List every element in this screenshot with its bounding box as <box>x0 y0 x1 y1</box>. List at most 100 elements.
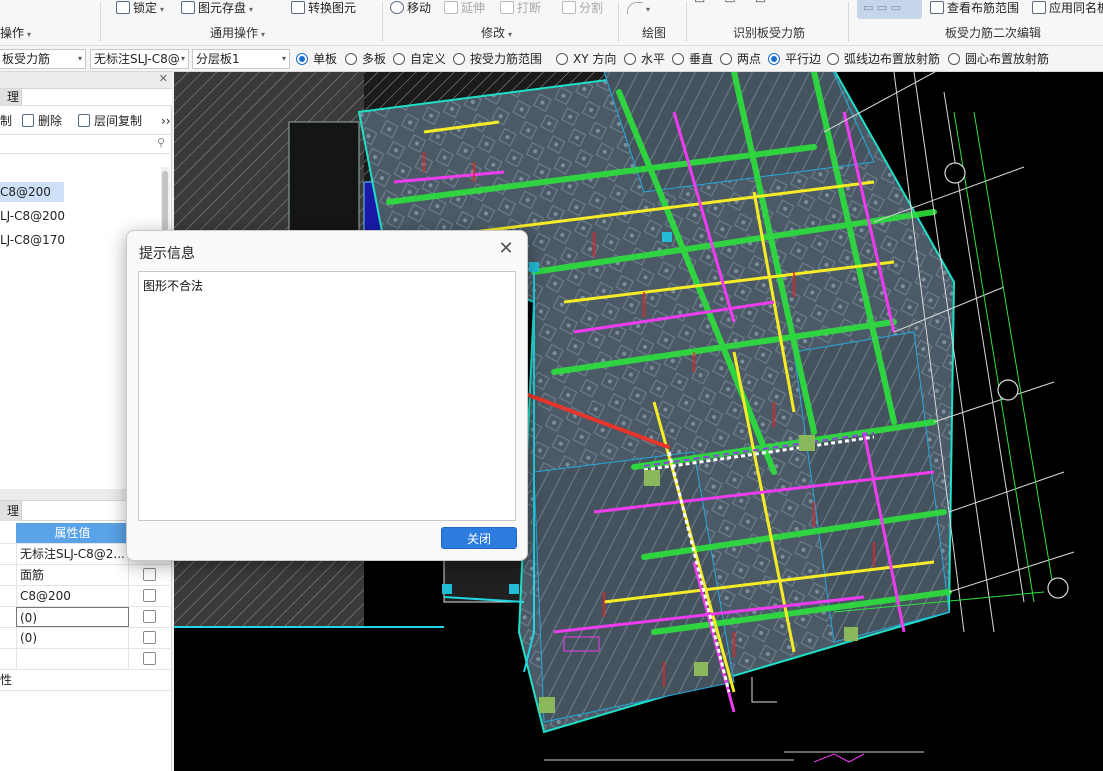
property-value[interactable]: 无标注SLJ-C8@2... <box>16 544 129 564</box>
radio-custom[interactable]: 自定义 <box>393 51 446 67</box>
options-bar: 板受力筋 ▾ 无标注SLJ-C8@ ▾ 分层板1 ▾ 单板 多板 自定义 按受力筋范围… <box>0 46 1103 72</box>
property-key <box>0 628 16 648</box>
radio-multi-slab[interactable]: 多板 <box>345 51 386 67</box>
property-key <box>0 565 16 585</box>
search-input[interactable]: ⚲ <box>0 134 172 154</box>
move-icon <box>390 1 404 14</box>
move-button[interactable]: 移动 <box>390 0 431 16</box>
property-key <box>0 607 16 627</box>
list-panel-tabs: 理 <box>0 89 172 106</box>
radio-dot <box>827 53 839 65</box>
property-row[interactable] <box>0 649 172 670</box>
group-operation-label[interactable]: 操作 ▾ <box>0 25 31 41</box>
radio-single-slab[interactable]: 单板 <box>296 51 337 67</box>
floor-copy-icon <box>78 114 90 127</box>
property-row[interactable]: (0) <box>0 607 172 628</box>
panel-close-icon[interactable]: ✕ <box>159 72 168 85</box>
radio-dot <box>345 53 357 65</box>
layer-combo[interactable]: 分层板1 ▾ <box>192 49 290 69</box>
property-row[interactable]: (0) <box>0 628 172 649</box>
property-value-editing[interactable]: (0) <box>16 607 129 627</box>
property-checkbox[interactable] <box>143 631 156 644</box>
property-key <box>0 544 16 564</box>
property-key <box>0 586 16 606</box>
radio-center-radial[interactable]: 圆心布置放射筋 <box>948 51 1049 67</box>
dialog-title: 提示信息 <box>139 246 195 262</box>
element-save-button[interactable]: 图元存盘 ▾ <box>181 0 253 16</box>
break-button[interactable]: 打断 <box>500 0 541 16</box>
more-tools-button[interactable]: ›› <box>161 113 171 129</box>
extend-button[interactable]: 延伸 <box>444 0 485 16</box>
dialog-close-icon[interactable]: ✕ <box>495 239 517 261</box>
copy-button[interactable]: 制 <box>0 113 12 129</box>
group-modify-label[interactable]: 修改 ▾ <box>481 25 512 41</box>
tree-item[interactable]: LJ-C8@200 <box>0 206 65 226</box>
close-button[interactable]: 关闭 <box>441 527 517 549</box>
ribbon-separator <box>848 2 849 42</box>
radio-xy-direction[interactable]: XY 方向 <box>556 51 616 67</box>
scrollbar-thumb[interactable] <box>162 171 168 231</box>
radio-dot <box>768 53 780 65</box>
layout-rebar-button[interactable]: ▭ ▭ ▭ <box>857 0 922 19</box>
search-icon: ⚲ <box>156 136 165 149</box>
convert-icon <box>291 1 305 14</box>
delete-button[interactable]: 删除 <box>22 113 62 129</box>
extend-icon <box>444 1 458 14</box>
view-rebar-range-button[interactable]: 查看布筋范围 <box>930 0 1019 16</box>
property-value[interactable] <box>16 670 129 690</box>
property-value-header: 属性值 <box>16 523 129 543</box>
property-value[interactable] <box>16 649 129 669</box>
group-draw-label: 绘图 <box>642 26 667 40</box>
copy-between-floors-button[interactable]: 层间复制 <box>78 113 142 129</box>
property-row[interactable]: C8@200 <box>0 586 172 607</box>
apply-icon <box>1032 1 1046 14</box>
radio-vertical[interactable]: 垂直 <box>672 51 713 67</box>
split-button[interactable]: 分割 <box>562 0 603 16</box>
property-value[interactable]: C8@200 <box>16 586 129 606</box>
property-checkbox[interactable] <box>143 589 156 602</box>
radio-dot <box>720 53 732 65</box>
radio-by-rebar-range[interactable]: 按受力筋范围 <box>453 51 542 67</box>
apply-same-name-button[interactable]: 应用同名板 <box>1032 0 1103 16</box>
property-checkbox[interactable] <box>143 652 156 665</box>
ribbon-separator <box>100 2 101 42</box>
property-value[interactable]: (0) <box>16 628 129 648</box>
view-range-icon <box>930 1 944 14</box>
ribbon-separator <box>618 2 619 42</box>
list-toolbar: 制 删除 层间复制 ›› <box>0 110 172 132</box>
tab-manage[interactable]: 理 <box>0 89 22 106</box>
group-recognize-label: 识别板受力筋 <box>733 26 806 40</box>
arc-draw-button[interactable]: ▾ <box>627 0 650 16</box>
element-type-combo[interactable]: 板受力筋 ▾ <box>0 49 86 69</box>
ribbon-separator <box>382 2 383 42</box>
radio-horizontal[interactable]: 水平 <box>624 51 665 67</box>
dialog-message: 图形不合法 <box>143 279 204 293</box>
radio-parallel-edge[interactable]: 平行边 <box>768 51 821 67</box>
property-key <box>0 649 16 669</box>
property-checkbox[interactable] <box>143 568 156 581</box>
tree-item[interactable]: C8@200 <box>0 182 64 202</box>
tree-item[interactable]: LJ-C8@170 <box>0 230 65 250</box>
recognize-partial-button[interactable]: ▭ ··· ▭ ··· ▭ <box>694 0 766 7</box>
radio-dot <box>624 53 636 65</box>
break-icon <box>500 1 514 14</box>
convert-element-button[interactable]: 转换图元 <box>291 0 356 16</box>
lock-button[interactable]: 锁定 ▾ <box>116 0 164 16</box>
split-icon <box>562 1 576 14</box>
message-box: 图形不合法 <box>138 271 516 521</box>
app-window: 操作 ▾ 锁定 ▾ 图元存盘 ▾ 转换图元 通用操作 ▾ 移动 延伸 打断 分割 修改 ▾… <box>0 0 1103 771</box>
group-general-label[interactable]: 通用操作 ▾ <box>210 25 265 41</box>
property-checkbox[interactable] <box>143 610 156 623</box>
radio-dot <box>453 53 465 65</box>
element-name-combo[interactable]: 无标注SLJ-C8@ ▾ <box>90 49 189 69</box>
radio-dot <box>948 53 960 65</box>
trash-icon <box>22 114 34 127</box>
radio-two-points[interactable]: 两点 <box>720 51 761 67</box>
tab-prop-manage[interactable]: 理 <box>0 501 22 521</box>
property-row[interactable]: 面筋 <box>0 565 172 586</box>
ribbon: 操作 ▾ 锁定 ▾ 图元存盘 ▾ 转换图元 通用操作 ▾ 移动 延伸 打断 分割 修改 ▾… <box>0 0 1103 46</box>
property-row[interactable]: 性 <box>0 670 172 691</box>
message-dialog: 提示信息 ✕ 图形不合法 关闭 <box>126 230 528 561</box>
property-value[interactable]: 面筋 <box>16 565 129 585</box>
radio-arc-edge-radial[interactable]: 弧线边布置放射筋 <box>827 51 940 67</box>
